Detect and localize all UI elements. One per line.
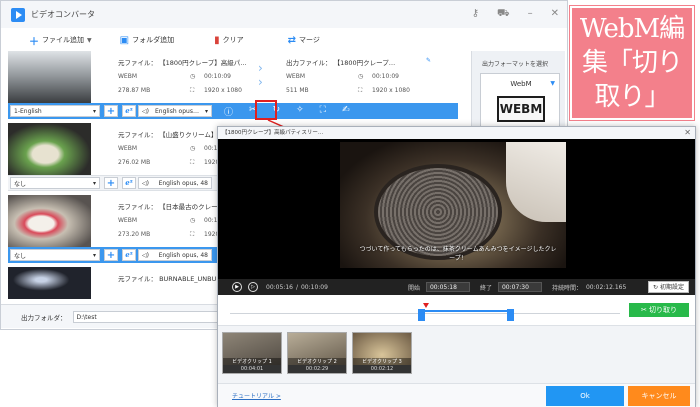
- close-icon[interactable]: ✕: [684, 127, 691, 139]
- cancel-button[interactable]: キャンセル: [628, 386, 690, 406]
- scissors-icon: ✂: [640, 306, 647, 314]
- current-time: 00:05:16: [266, 283, 293, 291]
- cut-label: 切り取り: [649, 306, 678, 314]
- chef-sleeve-image: [506, 142, 566, 222]
- badge-line-3: 取り」: [594, 82, 670, 112]
- ok-button[interactable]: Ok: [546, 386, 624, 406]
- selected-range: [423, 310, 513, 317]
- cut-button[interactable]: ✂ 切り取り: [629, 303, 689, 317]
- clip-label: ビデオクリップ 1: [223, 358, 281, 365]
- clip-thumbnail[interactable]: ビデオクリップ 2 00:02:29: [287, 332, 347, 374]
- crepe-pan-image: [378, 168, 498, 256]
- clip-thumbnail[interactable]: ビデオクリップ 1 00:04:01: [222, 332, 282, 374]
- title-badge: WebM編 集「切り 取り」: [569, 5, 695, 121]
- clip-duration: 00:04:01: [223, 365, 281, 373]
- clip-label: ビデオクリップ 2: [288, 358, 346, 365]
- clip-duration: 00:02:29: [288, 365, 346, 373]
- end-label: 終了: [479, 284, 492, 292]
- reset-button[interactable]: ↻ 初期設定: [648, 281, 689, 293]
- start-time-field[interactable]: 00:05:18: [425, 282, 470, 292]
- start-label: 開始: [407, 284, 420, 292]
- tutorial-link[interactable]: チュートリアル >: [232, 391, 281, 400]
- duration-value: 00:02:12.165: [585, 283, 627, 291]
- clip-list: ビデオクリップ 1 00:04:01 ビデオクリップ 2 00:02:29 ビデ…: [218, 325, 695, 383]
- reset-icon: ↻: [653, 284, 659, 291]
- duration-label: 持続時間：: [551, 284, 582, 292]
- step-play-icon[interactable]: ▷: [248, 282, 258, 292]
- time-separator: /: [295, 283, 298, 291]
- clip-duration: 00:02:12: [353, 365, 411, 373]
- dialog-footer: チュートリアル > Ok キャンセル: [218, 383, 695, 407]
- badge-line-1: WebM編: [579, 14, 685, 44]
- start-handle[interactable]: [418, 309, 425, 321]
- reset-label: 初期設定: [659, 284, 684, 291]
- end-time-field[interactable]: 00:07:30: [497, 282, 542, 292]
- end-handle[interactable]: [507, 309, 514, 321]
- play-icon[interactable]: ▶: [232, 282, 242, 292]
- video-subtitle: つづいて作ってもらったのは、抹茶クリームあんみつをイメージしたクレープ！: [359, 246, 557, 262]
- dialog-title: 【1800円クレープ】高級パティスリー…: [218, 127, 695, 139]
- playhead-marker[interactable]: [423, 303, 429, 308]
- trim-timeline[interactable]: ✂ 切り取り: [218, 295, 695, 325]
- cut-dialog: 【1800円クレープ】高級パティスリー… ✕ つづいて作ってもらったのは、抹茶ク…: [217, 126, 696, 407]
- clip-thumbnail[interactable]: ビデオクリップ 3 00:02:12: [352, 332, 412, 374]
- video-frame: つづいて作ってもらったのは、抹茶クリームあんみつをイメージしたクレープ！: [340, 142, 566, 268]
- player-controls: ▶ ▷ 00:05:16 / 00:10:09 開始 00:05:18 終了 0…: [218, 279, 695, 295]
- badge-line-2: 集「切り: [581, 48, 683, 78]
- clip-label: ビデオクリップ 3: [353, 358, 411, 365]
- video-preview: つづいて作ってもらったのは、抹茶クリームあんみつをイメージしたクレープ！: [218, 139, 695, 279]
- total-time: 00:10:09: [300, 283, 328, 291]
